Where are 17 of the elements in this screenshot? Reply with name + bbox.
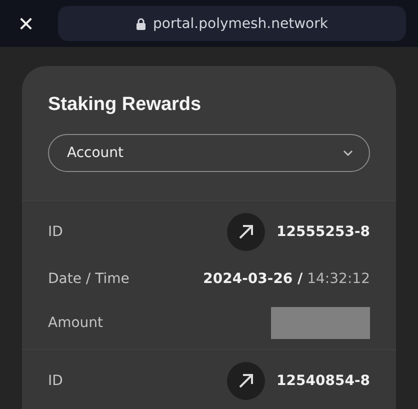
field-label: ID: [48, 373, 63, 389]
id-value: 12555253-8: [276, 224, 370, 240]
address-bar[interactable]: portal.polymesh.network: [58, 6, 406, 41]
open-link-button[interactable]: [226, 213, 265, 251]
arrow-icon: [236, 372, 255, 390]
field-label: Date / Time: [48, 271, 130, 287]
arrow-icon: [236, 223, 255, 241]
card-title: Staking Rewards: [48, 94, 202, 116]
chevron-down-icon: [343, 150, 353, 156]
lock-icon: [136, 18, 146, 30]
date-time-value: 2024-03-26 / 14:32:12: [203, 271, 370, 287]
open-link-button[interactable]: [226, 362, 265, 400]
field-label: ID: [48, 224, 63, 240]
field-label: Amount: [48, 315, 104, 331]
id-value: 12540854-8: [276, 373, 370, 389]
close-icon[interactable]: ✕: [16, 12, 36, 36]
account-dropdown[interactable]: Account: [48, 134, 370, 172]
